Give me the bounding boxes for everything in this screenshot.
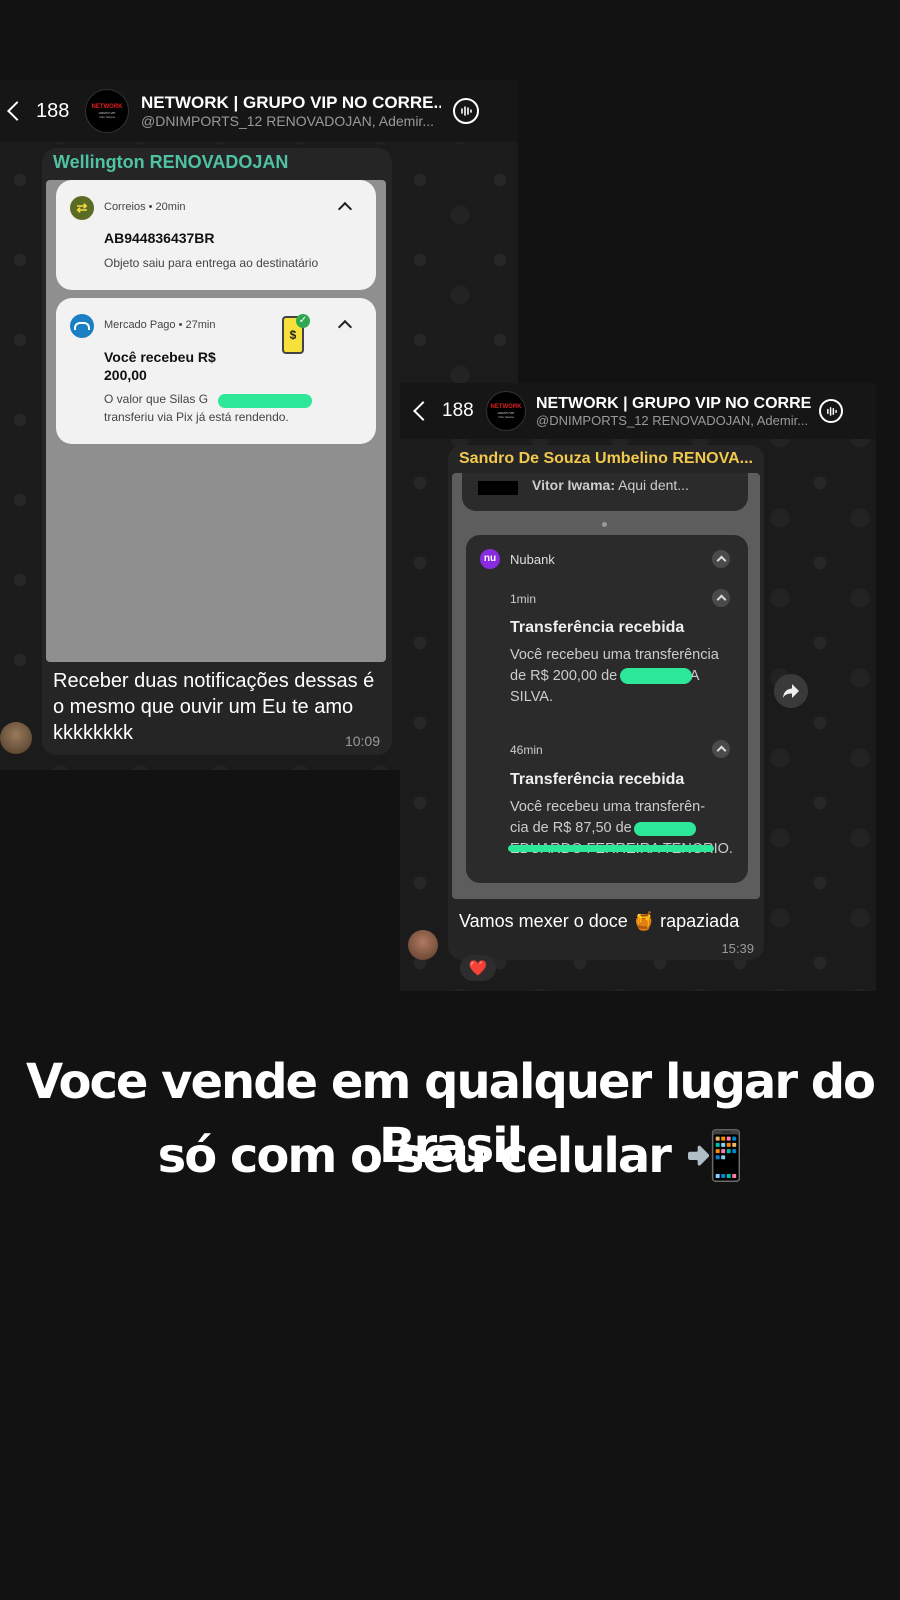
redaction-scribble xyxy=(634,822,696,836)
mercado-pago-body-line1: O valor que Silas G xyxy=(104,392,209,406)
left-message-text: Receber duas notificações dessas é o mes… xyxy=(53,670,375,744)
collapse-caret-icon xyxy=(337,319,353,335)
left-sender-name: Wellington RENOVADOJAN xyxy=(53,152,289,172)
right-group-avatar[interactable]: NETWORK GRUPO VIP Vitor Iwama xyxy=(486,391,526,431)
nubank-notification-group: nu Nubank 1min Transferência recebida Vo… xyxy=(466,535,748,883)
nubank-item-1-title: Transferência recebida xyxy=(510,619,685,636)
redaction-scribble xyxy=(218,394,312,408)
mercado-pago-icon xyxy=(70,314,94,338)
left-group-avatar[interactable]: NETWORK GRUPO VIP Vitor Iwama xyxy=(85,89,129,133)
back-chevron-icon xyxy=(7,101,27,121)
left-chat-subtitle: @DNIMPORTS_12 RENOVADOJAN, Ademir... xyxy=(141,113,434,129)
right-back-count: 188 xyxy=(442,400,474,421)
caption-line-2: só com o seu celular 📲 xyxy=(157,1128,745,1184)
notification-mercado-pago: Mercado Pago • 27min $ ✓ Você recebeu R$… xyxy=(56,298,376,444)
collapse-caret-icon[interactable] xyxy=(712,589,730,607)
preview-text: Vitor Iwama: Aqui dent... xyxy=(532,477,689,493)
forward-arrow-icon xyxy=(783,684,799,698)
correios-tracking-code: AB944836437BR xyxy=(104,230,215,246)
correios-app-line: Correios • 20min xyxy=(104,201,186,213)
reaction-badge[interactable]: ❤️ xyxy=(460,955,496,981)
redaction-scribble xyxy=(508,845,714,852)
right-message-time: 15:39 xyxy=(721,941,754,956)
left-header-text[interactable]: NETWORK | GRUPO VIP NO CORRE... @DNIMPOR… xyxy=(141,93,441,129)
nubank-item-1-age: 1min xyxy=(510,592,537,606)
right-message-text: Vamos mexer o doce 🍯 rapaziada xyxy=(459,911,740,931)
right-chat-header: 188 NETWORK GRUPO VIP Vitor Iwama NETWOR… xyxy=(400,383,876,439)
left-chat-title: NETWORK | GRUPO VIP NO CORRE... xyxy=(141,93,441,112)
nubank-item-2-age: 46min xyxy=(510,743,543,757)
correios-icon: ⇄ xyxy=(70,196,94,220)
nubank-item-2-title: Transferência recebida xyxy=(510,771,685,788)
left-back-button[interactable]: 188 xyxy=(7,99,80,123)
right-message-bubble[interactable]: Sandro De Souza Umbelino RENOVA... Vitor… xyxy=(448,445,764,960)
right-chat-subtitle: @DNIMPORTS_12 RENOVADOJAN, Ademir... xyxy=(536,412,809,428)
left-voice-chat-icon[interactable] xyxy=(453,98,479,124)
right-screenshot-image: Vitor Iwama: Aqui dent... nu Nubank 1min… xyxy=(452,473,760,899)
correios-body: Objeto saiu para entrega ao destinatário xyxy=(104,256,319,270)
notification-correios: ⇄ Correios • 20min AB944836437BR Objeto … xyxy=(56,180,376,290)
page-dot xyxy=(602,522,607,527)
previous-notification-card: Vitor Iwama: Aqui dent... xyxy=(462,473,748,511)
collapse-caret-icon[interactable] xyxy=(712,740,730,758)
left-message-time: 10:09 xyxy=(344,733,380,749)
right-sender-name: Sandro De Souza Umbelino RENOVA... xyxy=(459,450,753,467)
right-chat-title: NETWORK | GRUPO VIP NO CORRE... xyxy=(536,394,811,412)
right-header-text[interactable]: NETWORK | GRUPO VIP NO CORRE... @DNIMPOR… xyxy=(536,395,811,428)
collapse-caret-icon xyxy=(337,201,353,217)
left-screenshot-image: ⇄ Correios • 20min AB944836437BR Objeto … xyxy=(46,180,386,662)
preview-avatar xyxy=(478,481,518,495)
left-sender-avatar[interactable] xyxy=(0,722,32,754)
left-back-count: 188 xyxy=(36,99,70,122)
mercado-pago-body-line2: transferiu via Pix já está rendendo. xyxy=(104,410,289,424)
check-badge-icon: ✓ xyxy=(296,314,310,328)
right-back-button[interactable]: 188 xyxy=(413,400,476,422)
right-sender-avatar[interactable] xyxy=(408,930,438,960)
heart-reaction-icon: ❤️ xyxy=(468,960,488,977)
mercado-pago-app-line: Mercado Pago • 27min xyxy=(104,319,216,331)
forward-button[interactable] xyxy=(774,674,808,708)
nubank-app-name: Nubank xyxy=(510,552,555,567)
left-message-bubble[interactable]: Wellington RENOVADOJAN ⇄ Correios • 20mi… xyxy=(42,148,392,755)
mercado-pago-title: Você recebeu R$ 200,00 xyxy=(104,349,216,383)
redaction-scribble xyxy=(620,668,692,684)
right-voice-chat-icon[interactable] xyxy=(819,399,843,423)
nubank-logo-icon: nu xyxy=(480,549,500,569)
back-chevron-icon xyxy=(413,401,433,421)
left-chat-header: 188 NETWORK GRUPO VIP Vitor Iwama NETWOR… xyxy=(0,80,518,142)
collapse-caret-icon[interactable] xyxy=(712,550,730,568)
